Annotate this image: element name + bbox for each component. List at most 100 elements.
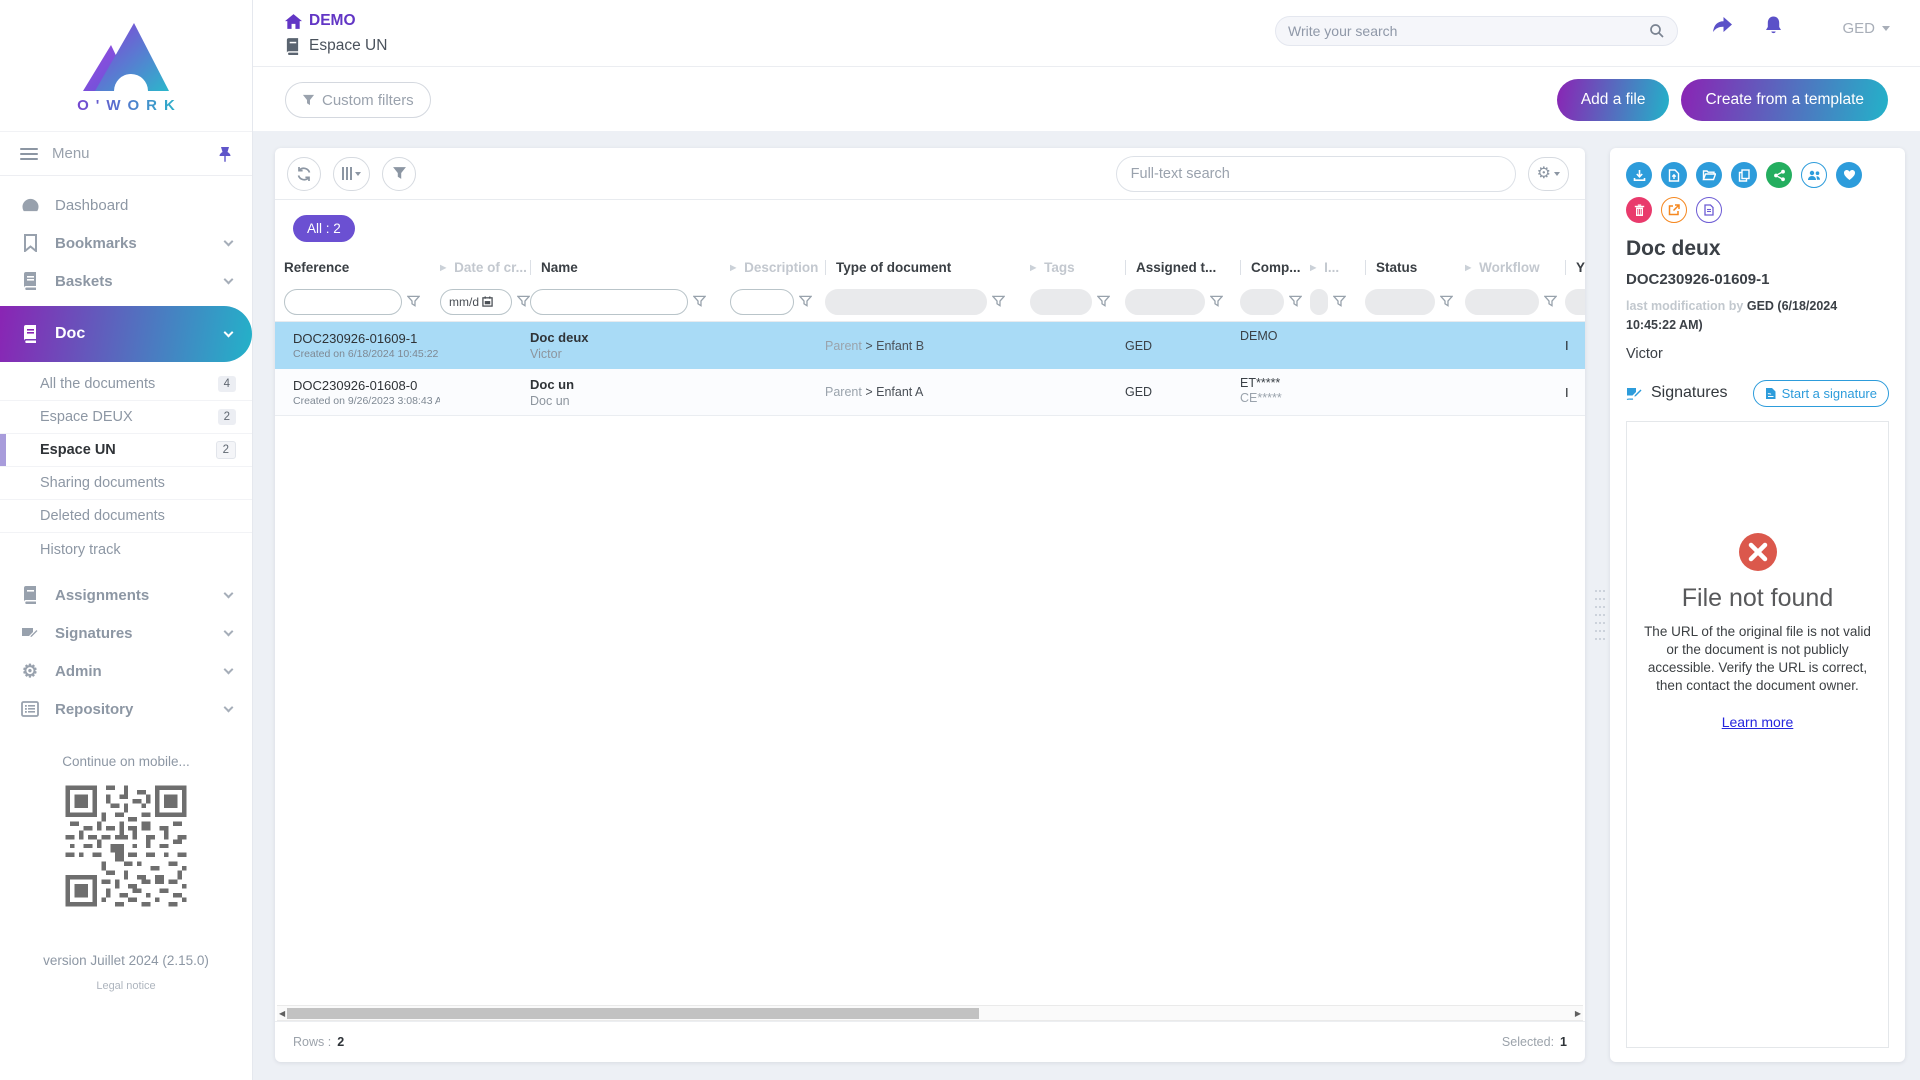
grid-settings-button[interactable]: ⚙ xyxy=(1528,157,1569,191)
column-header-name[interactable]: Name xyxy=(530,260,730,275)
filter-funnel-icon[interactable] xyxy=(693,295,706,308)
sidebar-item-baskets[interactable]: Baskets xyxy=(0,262,252,300)
users-icon xyxy=(1807,170,1821,181)
column-header-y-clipped[interactable]: Y xyxy=(1565,260,1585,275)
custom-filters-button[interactable]: Custom filters xyxy=(285,82,431,118)
document-row-doc-deux[interactable]: w DOC230926-01609-1 Created on 6/18/2024… xyxy=(275,322,1585,369)
sidebar-item-doc[interactable]: Doc xyxy=(0,306,252,362)
filter-funnel-icon[interactable] xyxy=(407,295,420,308)
sort-arrow-icon: ▶ xyxy=(1310,263,1316,272)
copy-button[interactable] xyxy=(1731,162,1757,188)
sidebar-item-bookmarks[interactable]: Bookmarks xyxy=(0,224,252,262)
column-header-workflow[interactable]: ▶Workflow xyxy=(1465,260,1565,275)
bell-icon[interactable] xyxy=(1763,15,1784,37)
sidebar-subitem-all-documents[interactable]: All the documents 4 xyxy=(0,368,252,401)
filter-funnel-icon[interactable] xyxy=(1440,295,1453,308)
column-header-i[interactable]: ▶I... xyxy=(1310,260,1365,275)
filter-funnel-icon[interactable] xyxy=(1097,295,1110,308)
fulltext-search-input[interactable] xyxy=(1131,166,1501,182)
legal-notice-link[interactable]: Legal notice xyxy=(0,980,252,992)
refresh-button[interactable] xyxy=(287,157,321,191)
filter-input-company-disabled xyxy=(1240,289,1284,315)
filter-funnel-icon[interactable] xyxy=(1333,295,1346,308)
open-external-button[interactable] xyxy=(1661,197,1687,223)
menu-label: Menu xyxy=(52,145,204,162)
filter-funnel-icon[interactable] xyxy=(1210,295,1223,308)
column-header-assigned-to[interactable]: Assigned t... xyxy=(1125,260,1240,275)
column-header-type-of-document[interactable]: Type of document xyxy=(825,260,1030,275)
column-header-tags[interactable]: ▶Tags xyxy=(1030,260,1125,275)
start-signature-button[interactable]: Start a signature xyxy=(1753,380,1889,407)
count-badge: 2 xyxy=(216,441,236,459)
panel-last-modification: last modification by GED (6/18/2024 10:4… xyxy=(1626,297,1889,336)
document-row-doc-un[interactable]: DOC230926-01608-0 Created on 9/26/2023 3… xyxy=(275,369,1585,416)
column-header-description[interactable]: ▶Description xyxy=(730,260,825,275)
sidebar-subitem-deleted-documents[interactable]: Deleted documents xyxy=(0,500,252,533)
share-button[interactable] xyxy=(1766,162,1792,188)
date-filter-placeholder[interactable]: mm/d xyxy=(449,295,479,309)
horizontal-scrollbar[interactable]: ◀ ▶ xyxy=(277,1005,1583,1021)
sidebar-item-signatures[interactable]: Signatures xyxy=(0,614,252,652)
chevron-down-icon xyxy=(355,172,361,176)
grid-filter-row: mm/d xyxy=(275,282,1585,322)
filter-input-description[interactable] xyxy=(739,295,785,309)
open-folder-button[interactable] xyxy=(1696,162,1722,188)
cell-company: DEMO xyxy=(1240,322,1310,369)
sidebar-subitem-espace-deux[interactable]: Espace DEUX 2 xyxy=(0,401,252,434)
column-header-status[interactable]: Status xyxy=(1365,260,1465,275)
document-info-button[interactable] xyxy=(1696,197,1722,223)
column-header-reference[interactable]: Reference xyxy=(284,260,440,275)
create-from-template-button[interactable]: Create from a template xyxy=(1681,79,1888,121)
filter-button[interactable] xyxy=(382,157,416,191)
sidebar-subitem-history-track[interactable]: History track xyxy=(0,533,252,566)
add-file-button[interactable]: Add a file xyxy=(1557,79,1670,121)
breadcrumb-home-label: DEMO xyxy=(309,12,356,30)
document-reference: DOC230926-01608-0 xyxy=(293,378,440,393)
sidebar-subitem-sharing-documents[interactable]: Sharing documents xyxy=(0,467,252,500)
app-logo[interactable]: O'WORK xyxy=(0,0,252,131)
filter-funnel-icon[interactable] xyxy=(1289,295,1302,308)
sidebar-item-admin[interactable]: ⚙ Admin xyxy=(0,652,252,690)
delete-button[interactable] xyxy=(1626,197,1652,223)
scroll-left-arrow[interactable]: ◀ xyxy=(279,1009,285,1018)
column-divider xyxy=(1565,260,1566,275)
filter-input-name[interactable] xyxy=(539,295,679,309)
selected-label: Selected: xyxy=(1502,1035,1554,1049)
sidebar-item-assignments[interactable]: Assignments xyxy=(0,576,252,614)
global-search-input[interactable] xyxy=(1288,23,1649,39)
share-icon[interactable] xyxy=(1710,15,1734,37)
favorite-button[interactable] xyxy=(1836,162,1862,188)
pin-icon[interactable] xyxy=(218,146,232,162)
breadcrumb-home[interactable]: DEMO xyxy=(285,12,356,30)
upload-version-button[interactable] xyxy=(1661,162,1687,188)
book-icon xyxy=(285,38,300,55)
learn-more-link[interactable]: Learn more xyxy=(1722,714,1794,730)
panel-resize-handle[interactable] xyxy=(1595,590,1605,648)
filter-input-reference[interactable] xyxy=(293,295,393,309)
filter-funnel-icon[interactable] xyxy=(517,295,530,308)
content-area: ⚙ All : 2 Reference ▶Date of cr... Name … xyxy=(253,131,1920,1080)
sidebar-subitem-espace-un[interactable]: Espace UN 2 xyxy=(0,434,252,467)
calendar-icon[interactable] xyxy=(482,296,493,307)
scrollbar-thumb[interactable] xyxy=(287,1008,979,1019)
column-header-company[interactable]: Comp... xyxy=(1240,260,1310,275)
sidebar-item-dashboard[interactable]: Dashboard xyxy=(0,186,252,224)
heart-icon xyxy=(1843,169,1856,181)
columns-button[interactable] xyxy=(333,157,370,191)
user-menu[interactable]: GED xyxy=(1842,20,1890,37)
column-header-date-of-creation[interactable]: ▶Date of cr... xyxy=(440,260,530,275)
filter-funnel-icon[interactable] xyxy=(1544,295,1557,308)
hamburger-icon[interactable] xyxy=(20,148,38,160)
sidebar-item-repository[interactable]: Repository xyxy=(0,690,252,728)
book-icon xyxy=(20,272,40,290)
tab-all-badge[interactable]: All : 2 xyxy=(293,215,355,242)
filter-funnel-icon[interactable] xyxy=(992,295,1005,308)
signature-icon xyxy=(1626,385,1643,401)
download-button[interactable] xyxy=(1626,162,1652,188)
filter-funnel-icon[interactable] xyxy=(799,295,812,308)
assign-users-button[interactable] xyxy=(1801,162,1827,188)
subitem-label: All the documents xyxy=(40,376,155,392)
search-icon[interactable] xyxy=(1649,23,1665,39)
filter-input-assigned-disabled xyxy=(1125,289,1205,315)
scroll-right-arrow[interactable]: ▶ xyxy=(1575,1009,1581,1018)
